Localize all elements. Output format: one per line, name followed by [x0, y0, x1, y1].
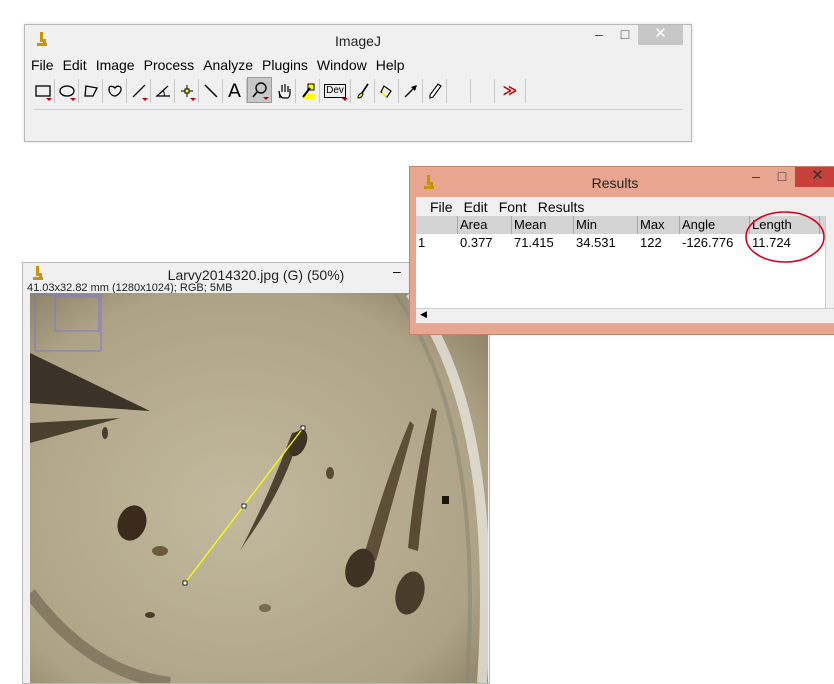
larvae-photo	[30, 293, 488, 683]
menu-file[interactable]: File	[31, 57, 54, 73]
arrow-tool-button[interactable]	[399, 79, 423, 103]
image-canvas[interactable]	[30, 293, 488, 683]
more-tools-button[interactable]: ≫	[495, 79, 526, 103]
line-tool-icon	[132, 84, 145, 98]
hand-tool-button[interactable]	[272, 79, 296, 103]
menu-image[interactable]: Image	[96, 57, 135, 73]
results-close-button[interactable]: ✕	[795, 167, 834, 187]
cell-max: 122	[640, 235, 662, 250]
column-header-index[interactable]	[416, 216, 458, 234]
menu-plugins[interactable]: Plugins	[262, 57, 308, 73]
results-titlebar[interactable]: Results – □ ✕	[410, 167, 834, 197]
empty-tool-slot-2[interactable]	[471, 79, 495, 103]
cell-min: 34.531	[576, 235, 616, 250]
results-menu-results[interactable]: Results	[538, 199, 585, 215]
imagej-status-bar	[33, 109, 683, 128]
flood-fill-icon	[379, 85, 392, 98]
brush-tool-button[interactable]	[351, 79, 375, 103]
color-picker-button[interactable]	[296, 79, 320, 103]
brush-tool-icon	[356, 83, 369, 99]
angle-tool-icon	[154, 85, 170, 97]
wand-tool-button[interactable]	[199, 79, 223, 103]
oval-tool-button[interactable]	[55, 79, 79, 103]
imagej-titlebar[interactable]: ImageJ – □ ✕	[25, 25, 691, 55]
imagej-toolbar: A Dev ≫	[25, 75, 691, 103]
cell-index: 1	[418, 235, 426, 250]
arrow-tool-icon	[404, 85, 417, 98]
results-minimize-button[interactable]: –	[743, 167, 769, 187]
length-highlight-circle	[745, 211, 825, 263]
cell-angle: -126.776	[682, 235, 734, 250]
rectangle-tool-icon	[34, 85, 51, 97]
point-tool-icon	[180, 85, 193, 97]
cell-mean: 71.415	[514, 235, 554, 250]
color-picker-icon	[301, 83, 315, 99]
menu-help[interactable]: Help	[376, 57, 405, 73]
imagej-menubar: File Edit Image Process Analyze Plugins …	[25, 55, 691, 75]
rectangle-tool-button[interactable]	[31, 79, 55, 103]
text-tool-button[interactable]: A	[223, 79, 247, 103]
column-header-mean[interactable]: Mean	[512, 216, 574, 234]
flood-fill-button[interactable]	[375, 79, 399, 103]
point-tool-button[interactable]	[175, 79, 199, 103]
empty-tool-slot-1[interactable]	[447, 79, 471, 103]
column-header-angle[interactable]: Angle	[680, 216, 750, 234]
menu-window[interactable]: Window	[317, 57, 367, 73]
cell-area: 0.377	[460, 235, 493, 250]
menu-edit[interactable]: Edit	[63, 57, 87, 73]
menu-process[interactable]: Process	[144, 57, 195, 73]
results-menu-file[interactable]: File	[430, 199, 453, 215]
imagej-window: ImageJ – □ ✕ File Edit Image Process Ana…	[24, 24, 692, 142]
polygon-tool-button[interactable]	[79, 79, 103, 103]
freehand-tool-button[interactable]	[103, 79, 127, 103]
close-button[interactable]: ✕	[638, 25, 683, 45]
angle-tool-button[interactable]	[151, 79, 175, 103]
minimize-button[interactable]: –	[586, 25, 612, 45]
hand-tool-icon	[277, 84, 291, 99]
pencil-tool-button[interactable]	[423, 79, 447, 103]
results-vertical-scrollbar[interactable]	[825, 216, 834, 308]
wand-tool-icon	[203, 84, 218, 98]
column-header-area[interactable]: Area	[458, 216, 512, 234]
dev-tool-button[interactable]: Dev	[320, 79, 351, 103]
results-maximize-button[interactable]: □	[769, 167, 795, 187]
results-table[interactable]: Area Mean Min Max Angle Length 1 0.377 7…	[416, 211, 834, 308]
maximize-button[interactable]: □	[612, 25, 638, 45]
image-minimize-button[interactable]: –	[393, 263, 401, 279]
freehand-tool-icon	[107, 85, 122, 97]
results-menu-font[interactable]: Font	[499, 199, 527, 215]
results-menu-edit[interactable]: Edit	[464, 199, 488, 215]
results-window: Results – □ ✕ File Edit Font Results Are…	[409, 166, 834, 335]
magnifier-tool-button[interactable]	[247, 77, 272, 103]
more-tools-icon: ≫	[502, 83, 518, 99]
column-header-max[interactable]: Max	[638, 216, 680, 234]
text-tool-icon: A	[228, 80, 241, 102]
pencil-tool-icon	[428, 83, 442, 99]
dev-tool-icon: Dev	[324, 84, 346, 98]
column-header-min[interactable]: Min	[574, 216, 638, 234]
menu-analyze[interactable]: Analyze	[203, 57, 253, 73]
oval-tool-icon	[58, 85, 75, 97]
scroll-left-arrow-icon[interactable]: ◀	[420, 309, 427, 320]
results-horizontal-scrollbar[interactable]: ◀	[416, 308, 834, 323]
polygon-tool-icon	[83, 85, 98, 97]
line-tool-button[interactable]	[127, 79, 151, 103]
